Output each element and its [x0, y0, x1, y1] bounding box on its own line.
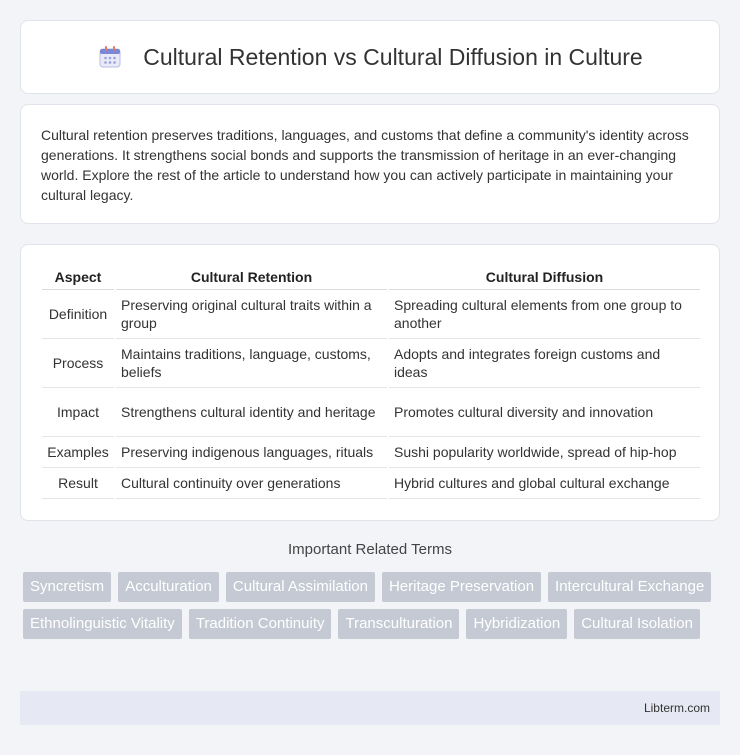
table-cell: Sushi popularity worldwide, spread of hi… — [387, 436, 700, 468]
table-row: Process Maintains traditions, language, … — [42, 338, 700, 388]
table-cell: Promotes cultural diversity and innovati… — [387, 387, 700, 437]
column-header-aspect: Aspect — [42, 265, 115, 290]
page-title: Cultural Retention vs Cultural Diffusion… — [143, 43, 643, 70]
table-cell-aspect: Impact — [42, 387, 115, 437]
table-cell: Maintains traditions, language, customs,… — [114, 338, 388, 388]
term-tag[interactable]: Hybridization — [466, 609, 568, 639]
term-tag[interactable]: Intercultural Exchange — [548, 572, 712, 602]
table-cell: Hybrid cultures and global cultural exch… — [387, 467, 700, 499]
column-header-retention: Cultural Retention — [114, 265, 388, 290]
comparison-table: Aspect Cultural Retention Cultural Diffu… — [42, 265, 700, 499]
table-cell: Preserving original cultural traits with… — [114, 289, 388, 339]
table-cell: Cultural continuity over generations — [114, 467, 388, 499]
title-wrap: Cultural Retention vs Cultural Diffusion… — [97, 43, 643, 71]
footer-site-link[interactable]: Libterm.com — [644, 701, 710, 715]
table-row: Definition Preserving original cultural … — [42, 289, 700, 339]
table-cell-aspect: Process — [42, 338, 115, 388]
table-cell: Strengthens cultural identity and herita… — [114, 387, 388, 437]
comparison-table-card: Aspect Cultural Retention Cultural Diffu… — [20, 244, 720, 521]
table-cell: Adopts and integrates foreign customs an… — [387, 338, 700, 388]
table-cell-aspect: Examples — [42, 436, 115, 468]
term-tag[interactable]: Syncretism — [23, 572, 112, 602]
related-terms-title: Important Related Terms — [288, 541, 452, 558]
table-cell: Spreading cultural elements from one gro… — [387, 289, 700, 339]
term-tag[interactable]: Cultural Isolation — [574, 609, 700, 639]
term-tag[interactable]: Tradition Continuity — [188, 609, 332, 639]
related-terms-list: Syncretism Acculturation Cultural Assimi… — [23, 572, 723, 639]
table-row: Impact Strengthens cultural identity and… — [42, 387, 700, 437]
table-row: Examples Preserving indigenous languages… — [42, 436, 700, 468]
calendar-icon — [97, 44, 123, 70]
term-tag[interactable]: Ethnolinguistic Vitality — [23, 609, 182, 639]
term-tag[interactable]: Acculturation — [118, 572, 219, 602]
table-header-row: Aspect Cultural Retention Cultural Diffu… — [42, 265, 700, 290]
header-card: Cultural Retention vs Cultural Diffusion… — [20, 20, 720, 94]
table-cell-aspect: Result — [42, 467, 115, 499]
intro-card: Cultural retention preserves traditions,… — [20, 104, 720, 224]
term-tag[interactable]: Transculturation — [338, 609, 460, 639]
term-tag[interactable]: Heritage Preservation — [381, 572, 542, 602]
table-row: Result Cultural continuity over generati… — [42, 467, 700, 499]
footer: Libterm.com — [20, 691, 720, 725]
intro-text: Cultural retention preserves traditions,… — [41, 127, 689, 203]
table-cell: Preserving indigenous languages, rituals — [114, 436, 388, 468]
column-header-diffusion: Cultural Diffusion — [387, 265, 700, 290]
table-cell-aspect: Definition — [42, 289, 115, 339]
term-tag[interactable]: Cultural Assimilation — [225, 572, 375, 602]
